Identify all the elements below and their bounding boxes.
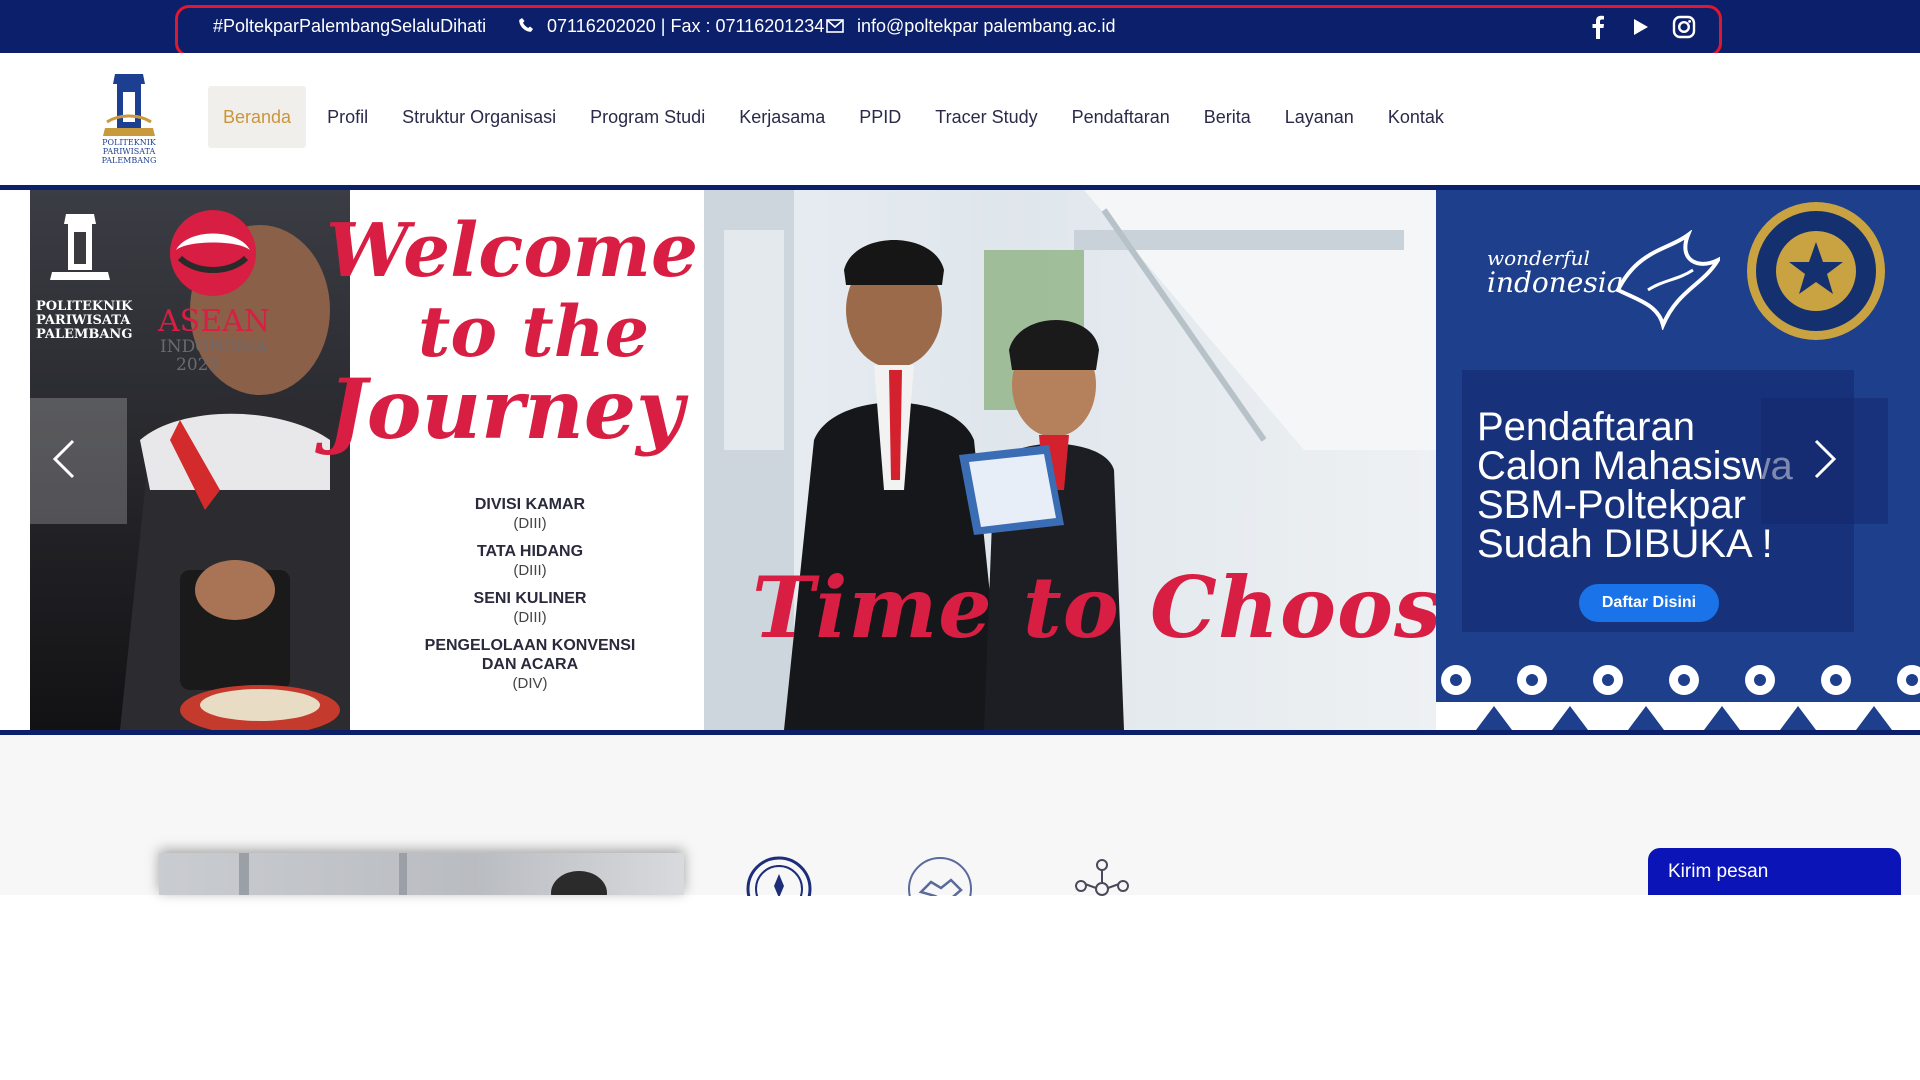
feature-photo [159, 853, 684, 895]
poltekpar-logo-mark [40, 210, 120, 290]
network-icon[interactable] [1069, 856, 1135, 896]
welcome-title-line-1: Welcome [326, 208, 699, 294]
logo-line-2: PARIWISATA [102, 147, 156, 156]
nav-item-pendaftaran[interactable]: Pendaftaran [1055, 86, 1187, 148]
program-name: SENI KULINER [473, 590, 587, 607]
program-name: TATA HIDANG [476, 543, 584, 560]
chat-widget-button[interactable]: Kirim pesan [1648, 848, 1901, 895]
nav-item-kontak[interactable]: Kontak [1371, 86, 1461, 148]
program-list: DIVISI KAMAR (DIII) TATA HIDANG (DIII) S… [380, 495, 680, 702]
slider-next-button[interactable] [1761, 398, 1888, 524]
registration-line-4: Sudah DIBUKA ! [1477, 522, 1773, 566]
slider-prev-button[interactable] [0, 398, 127, 524]
asean-text: ASEAN [158, 304, 271, 339]
slide-logo-line-3: PALEMBANG [36, 327, 133, 342]
indonesia-text: indonesia [1487, 266, 1624, 299]
nav-item-profil[interactable]: Profil [310, 86, 385, 148]
slide-logo-line-2: PARIWISATA [36, 313, 131, 328]
chevron-right-icon [1812, 439, 1838, 484]
program-level: (DIII) [513, 562, 547, 579]
garuda-bird-icon [1608, 229, 1724, 332]
wonderful-indonesia-logo: wonderful indonesia [1487, 248, 1623, 298]
asean-sub-text: INDONESIA [160, 337, 268, 357]
nav-item-beranda[interactable]: Beranda [208, 86, 307, 148]
time-to-choose-title: Time to Choose [752, 558, 1497, 657]
highlight-outline [175, 5, 1722, 57]
welcome-title-line-3: Journey [328, 362, 684, 458]
logo-line-1: POLITEKNIK [102, 138, 156, 147]
wonderful-text: wonderful [1487, 246, 1590, 270]
asean-year-text: 2023 [176, 355, 220, 375]
slide-logo-line-1: POLITEKNIK [36, 299, 133, 314]
program-name: PENGELOLAAN KONVENSI DAN ACARA [424, 637, 636, 673]
nav-item-kerjasama[interactable]: Kerjasama [722, 86, 842, 148]
nav-item-berita[interactable]: Berita [1187, 86, 1268, 148]
asean-logo [168, 208, 258, 298]
main-nav: Beranda Profil Struktur Organisasi Progr… [208, 86, 1461, 148]
daftar-disini-button[interactable]: Daftar Disini [1579, 584, 1719, 622]
site-logo[interactable]: POLITEKNIK PARIWISATA PALEMBANG [95, 70, 163, 174]
nav-item-tracer-study[interactable]: Tracer Study [918, 86, 1054, 148]
hero-slider[interactable]: POLITEKNIK PARIWISATA PALEMBANG ASEAN IN… [0, 185, 1920, 735]
nav-item-ppid[interactable]: PPID [842, 86, 918, 148]
program-level: (DIV) [512, 675, 548, 692]
logo-line-3: PALEMBANG [101, 156, 157, 165]
chevron-left-icon [51, 439, 77, 484]
handshake-icon[interactable] [907, 856, 973, 896]
nav-item-struktur-organisasi[interactable]: Struktur Organisasi [385, 86, 573, 148]
welcome-title-line-2: to the [418, 290, 650, 373]
emblem-icon[interactable] [746, 856, 812, 896]
nav-item-layanan[interactable]: Layanan [1268, 86, 1371, 148]
kemenparekraf-seal-icon [1745, 200, 1887, 342]
program-level: (DIII) [513, 609, 547, 626]
nav-item-program-studi[interactable]: Program Studi [573, 86, 722, 148]
program-name: DIVISI KAMAR [474, 496, 586, 513]
program-level: (DIII) [513, 515, 547, 532]
songket-pattern [1436, 658, 1920, 730]
